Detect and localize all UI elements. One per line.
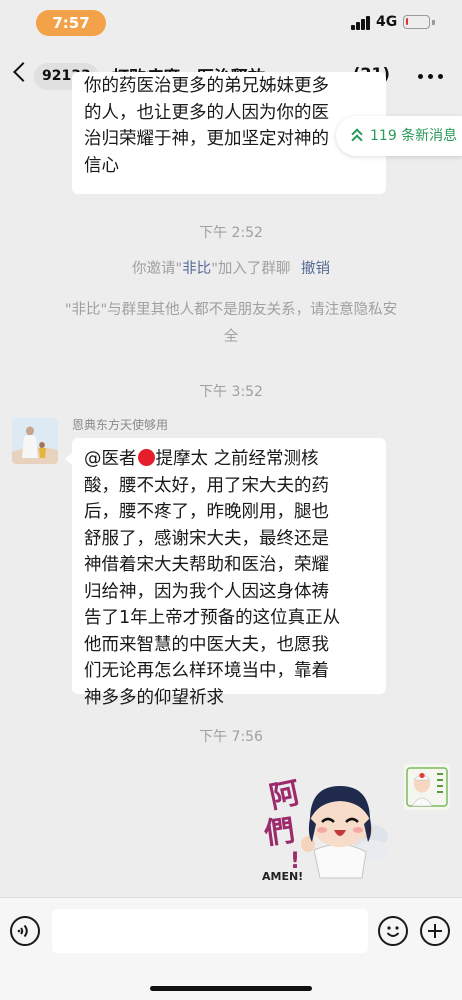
- plus-glyph: [428, 924, 442, 938]
- message-line: 你的药医治更多的弟兄姊妹更多: [84, 76, 329, 96]
- new-messages-button[interactable]: 119 条新消息: [336, 116, 462, 156]
- status-bar: 7:57 4G: [0, 0, 462, 46]
- mention-rest: 提摩太 之前经常测核: [155, 449, 319, 469]
- sticker-image: 阿 們 ! AMEN!: [261, 775, 388, 883]
- sticker-text: 們: [261, 813, 297, 852]
- timestamp: 下午 7:56: [199, 729, 263, 745]
- message-line: 神借着宋大夫帮助和医治，荣耀: [84, 555, 329, 575]
- message-line: 们无论再怎么样环境当中，靠着: [84, 661, 329, 681]
- revoke-link[interactable]: 撤销: [301, 261, 330, 277]
- back-icon[interactable]: [13, 62, 33, 82]
- input-bar: [0, 897, 462, 1000]
- doctor-avatar-image: [404, 764, 450, 810]
- message-line: 信心: [84, 155, 119, 176]
- signal-icon: [351, 16, 371, 30]
- message-bubble[interactable]: @医者 提摩太 之前经常测核 酸，腰不太好，用了宋大夫的药 后，腰不疼了，昨晚刚用…: [65, 438, 386, 708]
- status-time[interactable]: 7:57: [36, 10, 106, 36]
- system-message-privacy: "非比"与群里其他人都不是朋友关系，请注意隐私安 全: [30, 297, 432, 351]
- battery-icon: [403, 15, 430, 29]
- amen-sticker[interactable]: 阿 們 ! AMEN!: [248, 764, 398, 884]
- privacy-line: 全: [223, 329, 239, 345]
- message-line: 告了1年上帝才预备的这位真正从: [84, 608, 341, 628]
- voice-waves: [17, 924, 28, 938]
- my-avatar[interactable]: [404, 764, 450, 810]
- new-messages-label: 119 条新消息: [370, 128, 458, 144]
- message-line: 舒服了，感谢宋大夫，最终还是: [84, 528, 329, 549]
- sticker-text: 阿: [266, 775, 303, 815]
- emoji-icon[interactable]: [378, 916, 408, 946]
- more-icon[interactable]: [418, 74, 444, 80]
- invite-prefix: 你邀请": [132, 261, 183, 277]
- voice-icon[interactable]: [10, 916, 40, 946]
- avatar-image: [12, 418, 58, 464]
- message-line: 神多多的仰望祈求: [84, 687, 224, 708]
- message-line: 归给神，因为我个人因这身体祷: [84, 581, 329, 602]
- red-circle-emoji-icon: [137, 449, 155, 466]
- sender-name: 恩典东方天使够用: [72, 418, 169, 432]
- message-input[interactable]: [52, 909, 368, 953]
- sticker-caption: AMEN!: [262, 870, 303, 883]
- sender-avatar[interactable]: [12, 418, 58, 464]
- timestamp: 下午 3:52: [199, 384, 263, 400]
- invite-suffix: "加入了群聊: [211, 261, 291, 277]
- network-type: 4G: [376, 14, 398, 30]
- timestamp: 下午 2:52: [199, 225, 263, 241]
- smile-face: [386, 926, 400, 937]
- mention-text[interactable]: @医者: [84, 449, 137, 469]
- system-message-invite: 你邀请"非比"加入了群聊 撤销: [30, 256, 432, 283]
- message-line: 他而来智慧的中医大夫，也愿我: [84, 634, 329, 655]
- privacy-line: "非比"与群里其他人都不是朋友关系，请注意隐私安: [64, 302, 398, 318]
- plus-icon[interactable]: [420, 916, 450, 946]
- message-line: 的人，也让更多的人因为你的医: [84, 102, 329, 123]
- home-indicator: [150, 986, 312, 991]
- message-line: 后，腰不疼了，昨晚刚用，腿也: [84, 502, 329, 522]
- double-chevron-up-icon: [351, 128, 363, 146]
- message-line: 酸，腰不太好，用了宋大夫的药: [84, 475, 329, 496]
- message-line: 治归荣耀于神，更加坚定对神的: [84, 129, 329, 149]
- invited-user-link[interactable]: 非比: [182, 261, 211, 277]
- message-line-mention: @医者 提摩太 之前经常测核: [84, 446, 374, 473]
- battery-tip: [432, 19, 435, 25]
